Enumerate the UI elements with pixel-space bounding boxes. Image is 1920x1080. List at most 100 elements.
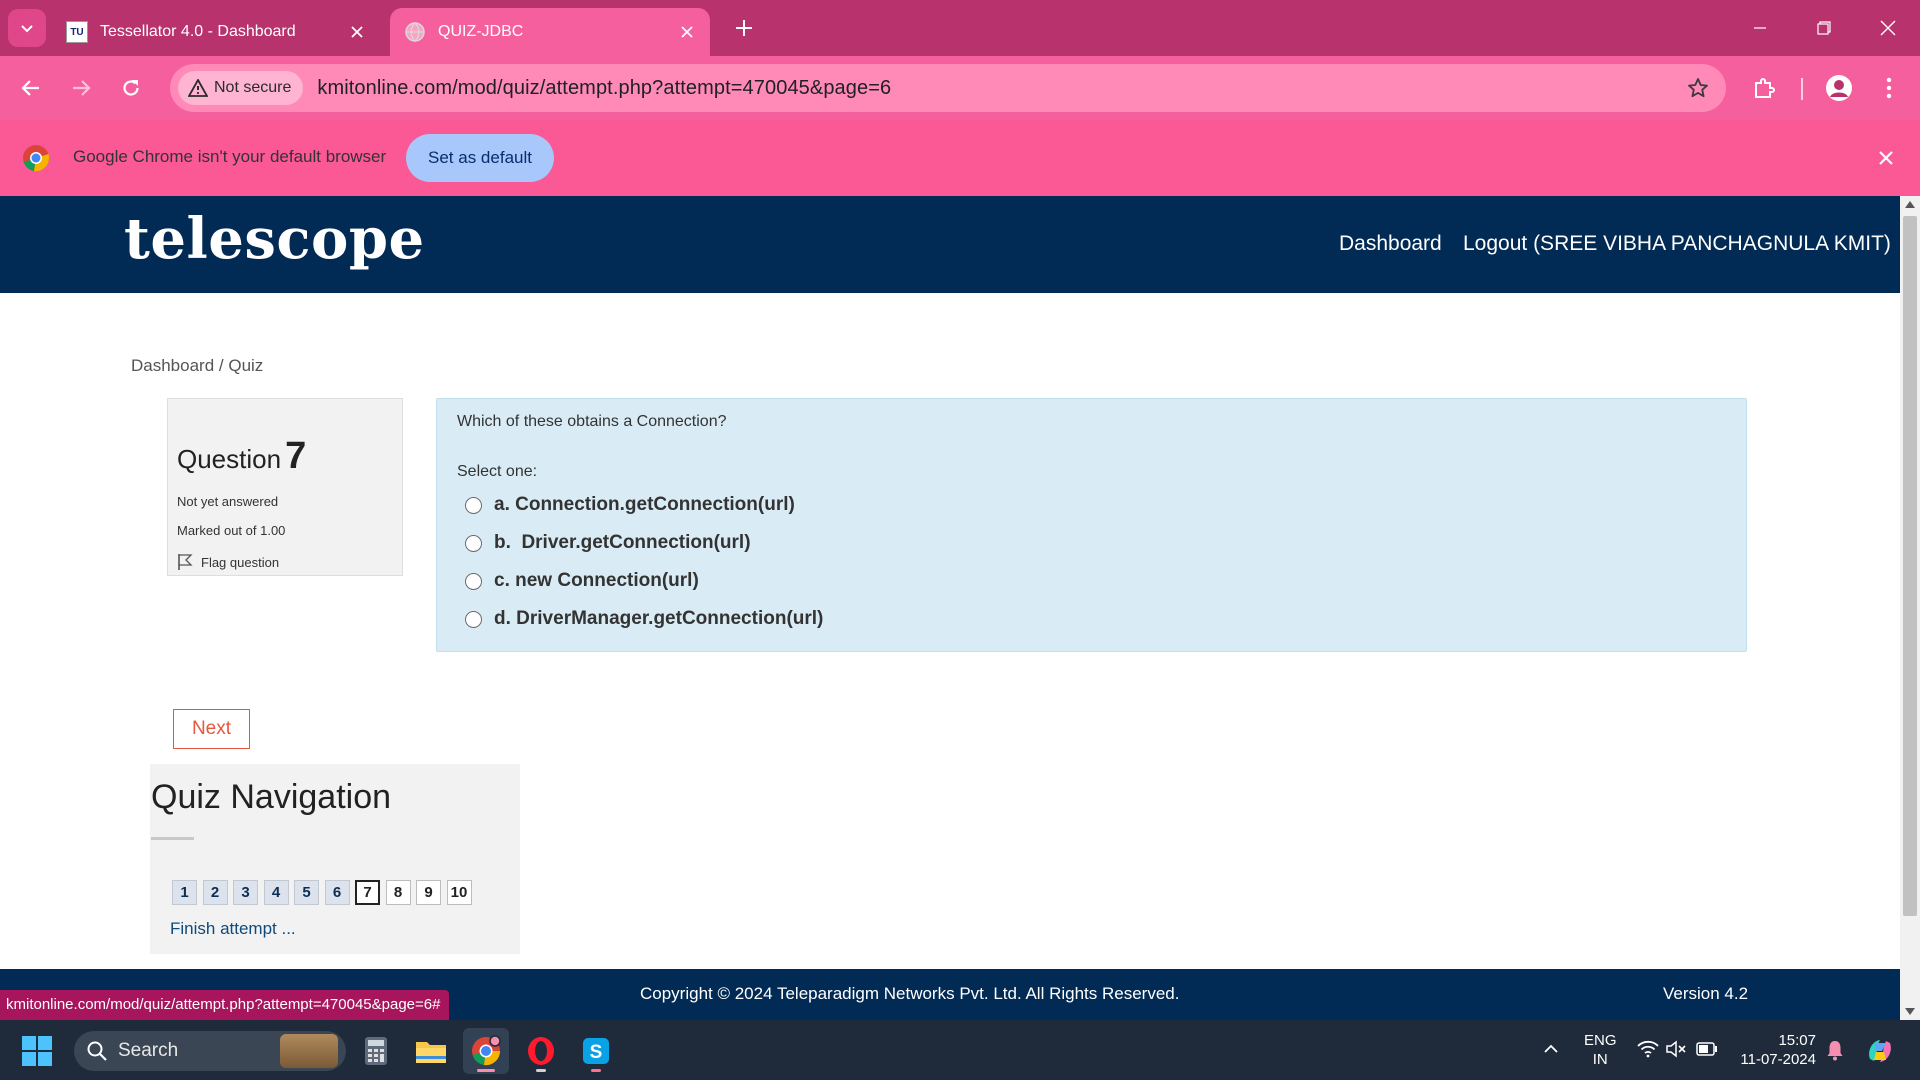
minimize-icon <box>1754 27 1766 29</box>
file-explorer-app[interactable] <box>408 1028 454 1074</box>
default-browser-infobar: Google Chrome isn't your default browser… <box>0 120 1920 196</box>
question-button-list: 1 2 3 4 5 6 7 8 9 10 <box>172 880 477 905</box>
link-hover-status-bubble: kmitonline.com/mod/quiz/attempt.php?atte… <box>0 990 450 1020</box>
quiz-nav-button-8[interactable]: 8 <box>385 880 411 905</box>
page-scrollbar[interactable] <box>1900 196 1920 1020</box>
set-as-default-button[interactable]: Set as default <box>406 134 554 182</box>
chrome-menu-button[interactable] <box>1869 68 1909 108</box>
breadcrumb-current: Quiz <box>228 356 264 375</box>
copyright-text: Copyright © 2024 Teleparadigm Networks P… <box>640 984 1180 1003</box>
url-text[interactable]: kmitonline.com/mod/quiz/attempt.php?atte… <box>317 77 891 100</box>
windows-taskbar: Search S ENG IN 15:07 11-07-2024 <box>0 1020 1920 1080</box>
answer-option-a[interactable]: a. Connection.getConnection(url) <box>465 494 795 516</box>
flag-question-label: Flag question <box>201 554 280 570</box>
svg-text:S: S <box>590 1042 603 1063</box>
battery-icon[interactable] <box>1696 1042 1718 1056</box>
radio-button[interactable] <box>465 534 482 552</box>
scroll-up-arrow-icon[interactable] <box>1905 201 1915 208</box>
language-code: ENG <box>1584 1032 1617 1049</box>
answer-option-d[interactable]: d. DriverManager.getConnection(url) <box>465 608 823 630</box>
flag-icon <box>178 554 193 570</box>
chrome-app[interactable] <box>463 1028 509 1074</box>
next-page-button[interactable]: Next <box>173 709 250 749</box>
minimize-button[interactable] <box>1732 8 1788 48</box>
active-app-indicator <box>477 1069 495 1072</box>
toolbar-divider <box>1801 78 1803 100</box>
quiz-nav-button-1[interactable]: 1 <box>172 880 197 905</box>
radio-button[interactable] <box>465 610 482 628</box>
answer-label: a. Connection.getConnection(url) <box>494 494 795 515</box>
windows-start-icon[interactable] <box>22 1036 52 1066</box>
wifi-icon[interactable] <box>1637 1040 1659 1058</box>
scrollbar-thumb[interactable] <box>1903 216 1917 916</box>
new-tab-button[interactable] <box>726 10 762 46</box>
copilot-icon[interactable] <box>1864 1035 1896 1067</box>
clock-date: 11-07-2024 <box>1740 1051 1816 1068</box>
quiz-nav-button-2[interactable]: 2 <box>202 880 228 905</box>
skype-app[interactable]: S <box>573 1028 619 1074</box>
opera-icon <box>528 1037 554 1065</box>
version-text: Version 4.2 <box>1663 984 1749 1003</box>
nav-dashboard-link[interactable]: Dashboard <box>1339 232 1442 256</box>
running-app-indicator <box>536 1069 546 1072</box>
radio-button[interactable] <box>465 572 482 590</box>
answer-label: c. new Connection(url) <box>494 570 699 591</box>
close-infobar-icon[interactable] <box>1872 144 1900 172</box>
show-hidden-icons-chevron-icon[interactable] <box>1543 1043 1559 1055</box>
question-text: Which of these obtains a Connection? <box>457 413 727 430</box>
site-security-chip[interactable]: Not secure <box>178 71 304 105</box>
kebab-menu-icon <box>1886 77 1892 99</box>
tab-title: QUIZ-JDBC <box>438 23 524 40</box>
telescope-logo[interactable]: telescope <box>124 206 425 272</box>
question-grade: Marked out of 1.00 <box>177 523 286 538</box>
back-button[interactable] <box>11 68 51 108</box>
profile-button[interactable] <box>1819 68 1859 108</box>
clock-time: 15:07 <box>1778 1032 1816 1049</box>
quiz-nav-button-6[interactable]: 6 <box>324 880 350 905</box>
close-tab-icon[interactable] <box>676 21 698 43</box>
quiz-nav-button-3[interactable]: 3 <box>233 880 258 905</box>
taskbar-search-box[interactable]: Search <box>74 1031 346 1071</box>
page-viewport: telescope Dashboard Logout (SREE VIBHA P… <box>0 196 1900 1020</box>
calculator-app[interactable] <box>353 1028 399 1074</box>
input-language-indicator[interactable]: ENG IN <box>1584 1031 1617 1069</box>
breadcrumb: Dashboard / Quiz <box>131 356 263 376</box>
infobar-message: Google Chrome isn't your default browser <box>73 147 387 166</box>
calculator-icon <box>365 1037 387 1065</box>
address-bar[interactable]: Not secure kmitonline.com/mod/quiz/attem… <box>170 64 1726 112</box>
region-code: IN <box>1592 1051 1608 1068</box>
breadcrumb-dashboard-link[interactable]: Dashboard <box>131 356 214 375</box>
opera-app[interactable] <box>518 1028 564 1074</box>
scroll-down-arrow-icon[interactable] <box>1905 1008 1915 1015</box>
flag-question-toggle[interactable]: Flag question <box>177 553 279 571</box>
forward-button[interactable] <box>61 68 101 108</box>
tab-search-button[interactable] <box>8 9 46 47</box>
quiz-nav-button-4[interactable]: 4 <box>263 880 289 905</box>
notification-bell-icon[interactable] <box>1826 1039 1844 1061</box>
tab-tessellator[interactable]: TU Tessellator 4.0 - Dashboard <box>52 8 380 56</box>
bookmark-star-icon[interactable] <box>1684 74 1712 102</box>
quiz-navigation-block: Quiz Navigation 1 2 3 4 5 6 7 8 9 10 Fin… <box>150 764 520 954</box>
quiz-nav-button-7-current[interactable]: 7 <box>355 880 380 905</box>
reload-button[interactable] <box>111 68 151 108</box>
quiz-nav-button-10[interactable]: 10 <box>446 880 472 905</box>
select-one-prompt: Select one: <box>457 463 538 480</box>
radio-button[interactable] <box>465 496 482 514</box>
quiz-nav-button-9[interactable]: 9 <box>416 880 441 905</box>
quiz-nav-button-5[interactable]: 5 <box>294 880 319 905</box>
tab-quiz-jdbc[interactable]: QUIZ-JDBC <box>390 8 710 56</box>
answer-option-b[interactable]: b. Driver.getConnection(url) <box>465 532 751 554</box>
close-window-button[interactable] <box>1860 8 1916 48</box>
volume-muted-icon[interactable] <box>1666 1040 1688 1058</box>
answer-option-c[interactable]: c. new Connection(url) <box>465 570 699 592</box>
running-app-indicator <box>591 1069 601 1072</box>
close-tab-icon[interactable] <box>346 21 368 43</box>
skype-icon: S <box>583 1038 609 1064</box>
close-icon <box>1880 20 1896 36</box>
finish-attempt-link[interactable]: Finish attempt ... <box>170 919 296 939</box>
site-header: telescope Dashboard Logout (SREE VIBHA P… <box>0 196 1900 293</box>
extensions-button[interactable] <box>1744 68 1784 108</box>
restore-button[interactable] <box>1796 8 1852 48</box>
nav-logout-link[interactable]: Logout (SREE VIBHA PANCHAGNULA KMIT) <box>1463 232 1891 256</box>
system-clock[interactable]: 15:07 11-07-2024 <box>1738 1031 1816 1069</box>
